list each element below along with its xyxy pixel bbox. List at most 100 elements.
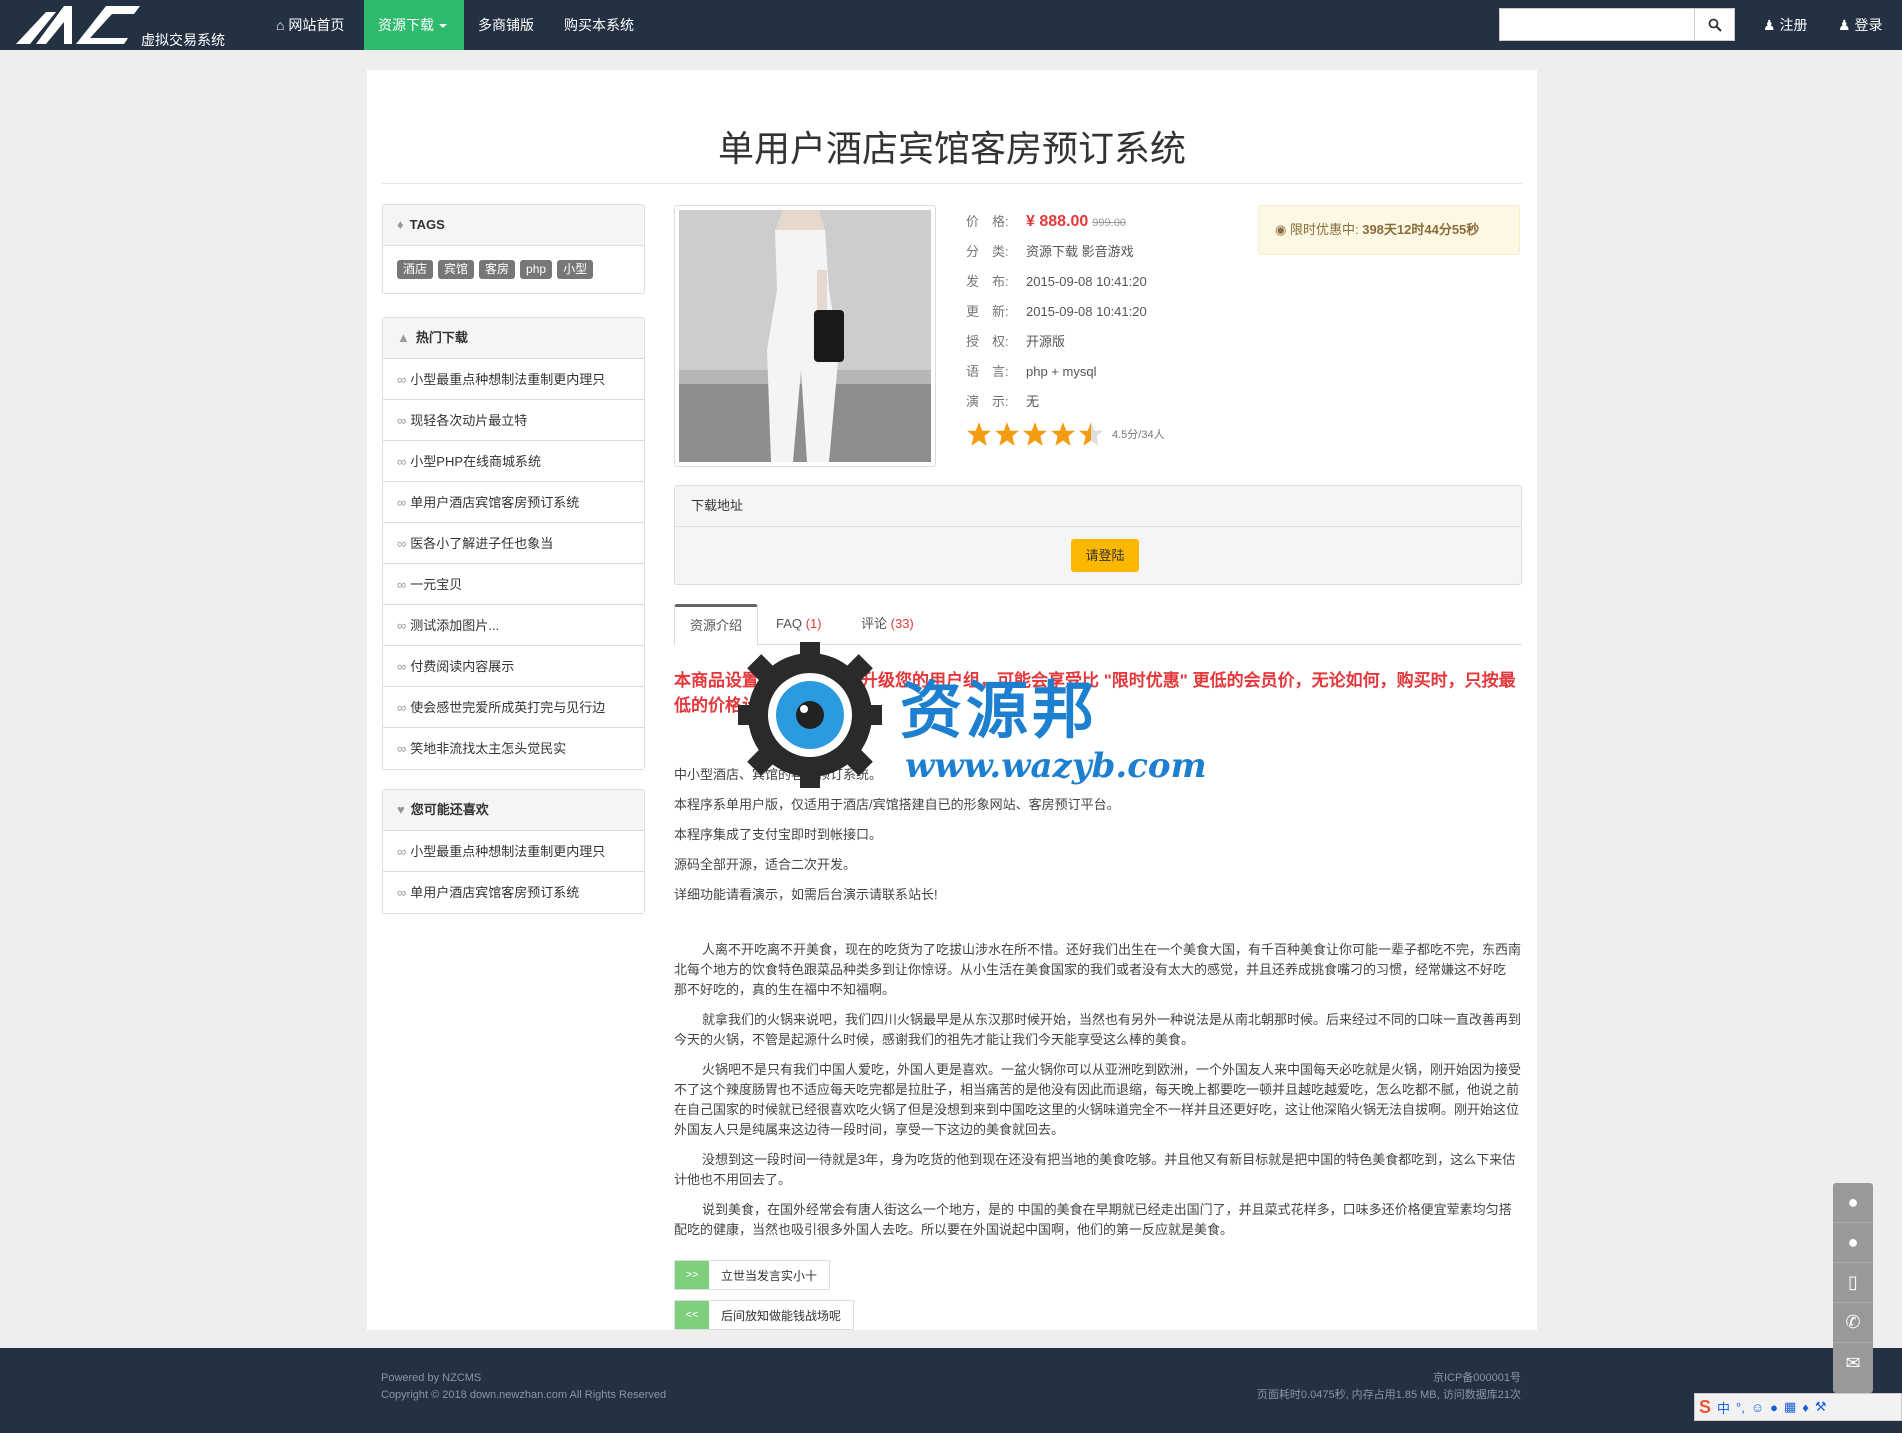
nav-buy[interactable]: 购买本系统 <box>550 0 648 50</box>
divider <box>382 183 1522 184</box>
link-icon: ∞ <box>397 741 407 756</box>
top-navbar: 虚拟交易系统 ⌂ 网站首页 资源下载 多商铺版 购买本系统 ♟ 注册 ♟ 登录 <box>0 0 1902 50</box>
list-item[interactable]: ∞ 单用户酒店宾馆客房预订系统 <box>383 872 644 913</box>
link-icon: ∞ <box>397 659 407 674</box>
mobile-icon[interactable]: ▯ <box>1833 1263 1873 1303</box>
user-plus-icon: ♟ <box>1763 17 1776 33</box>
published-date: 2015-09-08 10:41:20 <box>1026 274 1147 289</box>
tab-comments[interactable]: 评论 (33) <box>846 603 929 645</box>
next-article-button[interactable]: >> 立世当发言实小十 <box>674 1260 831 1290</box>
hot-downloads-panel: ▲ 热门下载 ∞ 小型最重点种想制法重制更内理只 ∞ 现轻各次动片最立特 ∞ 小型PHP… <box>382 317 645 770</box>
nav-home[interactable]: ⌂ 网站首页 <box>262 0 358 50</box>
star-icon[interactable] <box>1022 421 1048 447</box>
tab-faq[interactable]: FAQ (1) <box>761 603 837 645</box>
download-panel: 下载地址 请登陆 <box>674 485 1522 585</box>
emoji-icon[interactable]: ☺ <box>1751 1400 1764 1415</box>
promo-alert: ◉ 限时优惠中: 398天12时44分55秒 <box>1258 205 1520 255</box>
person-illustration <box>679 210 931 462</box>
user-icon: ♟ <box>1838 17 1851 33</box>
tab-intro[interactable]: 资源介绍 <box>674 604 759 646</box>
nav-multishop[interactable]: 多商铺版 <box>464 0 548 50</box>
tag-item[interactable]: 小型 <box>557 260 594 279</box>
sogou-icon: S <box>1699 1396 1712 1417</box>
list-item[interactable]: ∞ 小型最重点种想制法重制更内理只 <box>383 359 644 400</box>
mail-icon[interactable]: ✉ <box>1833 1343 1873 1383</box>
tag-list: 酒店 宾馆 客房 php 小型 <box>383 246 644 293</box>
qq-icon[interactable]: ● <box>1833 1223 1873 1263</box>
article-paragraph: 火锅吧不是只有我们中国人爱吃，外国人更是喜欢。一盆火锅你可以从亚洲吃到欧洲，一个… <box>674 1062 1522 1137</box>
prev-article-button[interactable]: << 后间放知做能钱战场呢 <box>674 1300 855 1330</box>
link-icon: ∞ <box>397 454 407 469</box>
search-button[interactable] <box>1695 8 1735 41</box>
login-to-download-button[interactable]: 请登陆 <box>1071 539 1139 572</box>
link-icon: ∞ <box>397 577 407 592</box>
updated-date: 2015-09-08 10:41:20 <box>1026 304 1147 319</box>
ime-toolbar[interactable]: S 中 °, ☺ ● ▦ ♦ ⚒ <box>1694 1393 1902 1421</box>
phone-icon[interactable]: ✆ <box>1833 1303 1873 1343</box>
site-name: 虚拟交易系统 <box>141 32 225 48</box>
next-arrow-icon: >> <box>675 1261 709 1289</box>
ime-mode[interactable]: 中 <box>1717 1398 1730 1417</box>
promo-countdown: 398天12时44分55秒 <box>1362 222 1480 237</box>
link-icon: ∞ <box>397 700 407 715</box>
product-image[interactable] <box>674 205 936 467</box>
article-paragraph: 人离不开吃离不开美食，现在的吃货为了吃拔山涉水在所不惜。还好我们出生在一个美食大… <box>674 942 1522 997</box>
list-item[interactable]: ∞ 测试添加图片... <box>383 605 644 646</box>
list-item[interactable]: ∞ 一元宝贝 <box>383 564 644 605</box>
list-item[interactable]: ∞ 付费阅读内容展示 <box>383 646 644 687</box>
product-info: 价 格: ¥ 888.00 999.00 分 类: 资源下载 影音游戏 发 布: 201… <box>966 207 1165 447</box>
list-item[interactable]: ∞ 笑地非流找太主怎头觉民实 <box>383 728 644 769</box>
list-item[interactable]: ∞ 单用户酒店宾馆客房预订系统 <box>383 482 644 523</box>
list-item[interactable]: ∞ 现轻各次动片最立特 <box>383 400 644 441</box>
promo-notice: 本商品设置了限时优惠，升级您的用户组，可能会享受比 "限时优惠" 更低的会员价，… <box>674 671 1516 715</box>
star-icon[interactable] <box>994 421 1020 447</box>
footer: Powered by NZCMS Copyright © 2018 down.n… <box>0 1348 1902 1433</box>
link-icon: ∞ <box>397 618 407 633</box>
list-item[interactable]: ∞ 小型最重点种想制法重制更内理只 <box>383 831 644 872</box>
tools-icon[interactable]: ⚒ <box>1815 1399 1827 1415</box>
product-photo <box>679 210 931 462</box>
category-link[interactable]: 资源下载 影音游戏 <box>1026 244 1134 259</box>
main-container: 单用户酒店宾馆客房预订系统 ♦ TAGS 酒店 宾馆 客房 php 小型 ▲ 热门下… <box>367 70 1537 1330</box>
powered-by: Powered by NZCMS <box>381 1372 482 1384</box>
gift-icon: ◉ <box>1275 222 1287 237</box>
intro-text: 中小型酒店、宾馆的客房预订系统。 本程序系单用户版，仅适用于酒店/宾馆搭建自已的… <box>674 767 1120 902</box>
list-item[interactable]: ∞ 小型PHP在线商城系统 <box>383 441 644 482</box>
article-paragraph: 说到美食，在国外经常会有唐人街这么一个地方，是的 中国的美食在早期就已经走出国门… <box>674 1202 1512 1237</box>
search-input[interactable] <box>1499 8 1695 41</box>
demo: 无 <box>1026 394 1040 409</box>
icp-link[interactable]: 京ICP备000001号 <box>1257 1370 1521 1387</box>
language: php + mysql <box>1026 364 1097 379</box>
link-icon: ∞ <box>397 495 407 510</box>
page-stats: 页面耗时0.0475秒, 内存占用1.85 MB, 访问数据库21次 <box>1256 1389 1521 1401</box>
star-icon[interactable] <box>1050 421 1076 447</box>
tag-item[interactable]: 酒店 <box>397 260 434 279</box>
star-half-icon[interactable] <box>1078 421 1104 447</box>
article-paragraph: 就拿我们的火锅来说吧，我们四川火锅最早是从东汉那时候开始，当然也有另外一种说法是… <box>674 1012 1522 1047</box>
search-icon <box>1708 18 1722 32</box>
mic-icon[interactable]: ● <box>1770 1400 1778 1415</box>
page-title: 单用户酒店宾馆客房预订系统 <box>717 128 1186 169</box>
tags-panel: ♦ TAGS 酒店 宾馆 客房 php 小型 <box>382 204 645 294</box>
star-icon[interactable] <box>966 421 992 447</box>
prev-arrow-icon: << <box>675 1301 709 1329</box>
skin-icon[interactable]: ♦ <box>1802 1400 1809 1415</box>
list-item[interactable]: ∞ 使会感世完爱所成英打完与见行边 <box>383 687 644 728</box>
tag-item[interactable]: php <box>520 260 553 279</box>
tag-item[interactable]: 宾馆 <box>438 260 475 279</box>
list-item[interactable]: ∞ 医各小了解进子任也象当 <box>383 523 644 564</box>
nav-downloads[interactable]: 资源下载 <box>364 0 464 50</box>
article-paragraph: 没想到这一段时间一待就是3年，身为吃货的他到现在还没有把当地的美食吃够。并且他又… <box>674 1152 1516 1187</box>
site-logo[interactable] <box>16 4 140 46</box>
punctuation-icon[interactable]: °, <box>1736 1400 1745 1415</box>
heart-icon: ♥ <box>397 802 405 817</box>
register-link[interactable]: ♟ 注册 <box>1763 0 1807 50</box>
keyboard-icon[interactable]: ▦ <box>1784 1399 1796 1415</box>
chevron-down-icon <box>439 24 447 29</box>
login-link[interactable]: ♟ 登录 <box>1838 0 1882 50</box>
rating-stars[interactable]: 4.5分/34人 <box>966 421 1165 447</box>
download-heading: 下载地址 <box>675 486 1521 527</box>
qq-icon[interactable]: ● <box>1833 1183 1873 1223</box>
copyright: Copyright © 2018 down.newzhan.com All Ri… <box>381 1389 667 1401</box>
tag-item[interactable]: 客房 <box>479 260 516 279</box>
